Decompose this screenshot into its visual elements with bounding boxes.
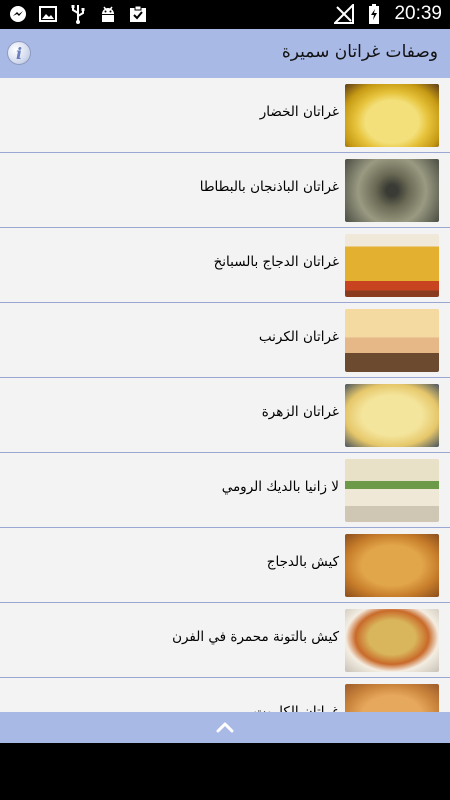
list-item[interactable]: غراتان الخضار	[0, 78, 450, 153]
list-item[interactable]: غراتان الكرنب	[0, 303, 450, 378]
page-title: وصفات غراتان سميرة	[281, 42, 438, 62]
recipe-label: كيش بالتونة محمرة في الفرن	[172, 629, 339, 645]
recipe-label: غراتان الكرنب	[258, 329, 339, 345]
clock: 20:39	[394, 3, 442, 24]
bottom-bar	[0, 712, 450, 743]
list-item[interactable]: غراتان الدجاج بالسبانخ	[0, 228, 450, 303]
recipe-thumbnail	[345, 84, 439, 147]
scroll-up-button[interactable]	[215, 718, 235, 736]
recipe-thumbnail	[345, 309, 439, 372]
recipe-label: غراتان الباذنجان بالبطاطا	[199, 179, 339, 195]
usb-icon	[68, 4, 88, 24]
image-icon	[38, 4, 58, 24]
clipboard-check-icon	[128, 4, 148, 24]
info-icon[interactable]: i	[7, 41, 31, 65]
recipe-thumbnail	[345, 684, 439, 712]
battery-charging-icon	[364, 4, 384, 24]
recipe-thumbnail	[345, 234, 439, 297]
list-item[interactable]: كيش بالتونة محمرة في الفرن	[0, 603, 450, 678]
list-item[interactable]: غراتان الكاروت	[0, 678, 450, 712]
recipe-label: غراتان الزهرة	[261, 404, 339, 420]
android-debug-icon	[98, 4, 118, 24]
app-bar: i وصفات غراتان سميرة	[0, 29, 450, 78]
recipe-thumbnail	[345, 609, 439, 672]
status-bar: 20:39	[0, 0, 450, 29]
recipe-label: لا زانيا بالديك الرومي	[221, 479, 339, 495]
recipe-thumbnail	[345, 384, 439, 447]
chevron-up-icon	[216, 722, 234, 733]
signal-off-icon	[334, 4, 355, 24]
recipe-thumbnail	[345, 459, 439, 522]
recipe-list[interactable]: غراتان الخضار غراتان الباذنجان بالبطاطا …	[0, 78, 450, 712]
list-item[interactable]: غراتان الباذنجان بالبطاطا	[0, 153, 450, 228]
recipe-label: غراتان الدجاج بالسبانخ	[213, 254, 339, 270]
recipe-label: غراتان الكاروت	[253, 704, 339, 712]
recipe-thumbnail	[345, 159, 439, 222]
list-item[interactable]: لا زانيا بالديك الرومي	[0, 453, 450, 528]
navigation-area	[0, 743, 450, 800]
messenger-icon	[8, 4, 28, 24]
list-item[interactable]: غراتان الزهرة	[0, 378, 450, 453]
recipe-thumbnail	[345, 534, 439, 597]
recipe-label: غراتان الخضار	[259, 104, 339, 120]
list-item[interactable]: كيش بالدجاج	[0, 528, 450, 603]
recipe-label: كيش بالدجاج	[266, 554, 339, 570]
